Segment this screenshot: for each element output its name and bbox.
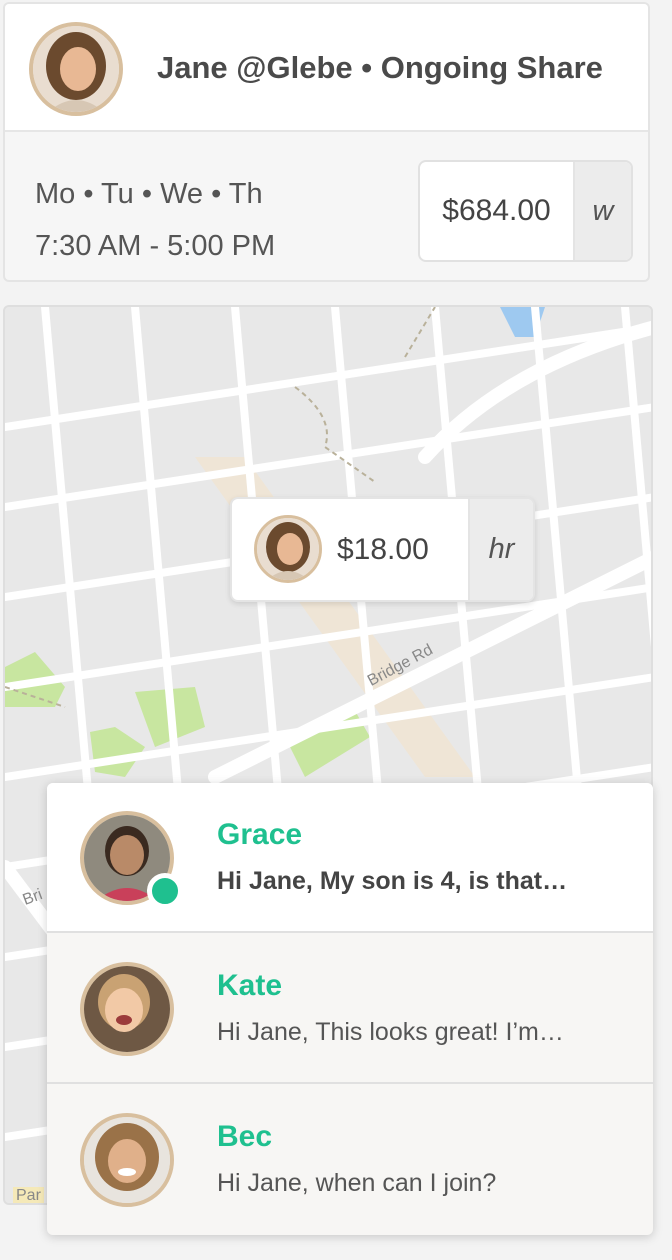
sender-name: Kate [217,969,283,1002]
message-preview: Hi Jane, My son is 4, is that… [217,867,568,895]
avatar-bec [80,1113,174,1207]
weekly-price-unit: w [573,162,631,260]
avatar-kate [80,962,174,1056]
share-header: Jane @Glebe • Ongoing Share [5,4,648,132]
message-preview: Hi Jane, This looks great! I’m… [217,1018,564,1046]
hourly-price-unit: hr [468,499,533,600]
schedule-days: Mo • Tu • We • Th [35,178,263,210]
weekly-price: $684.00 [442,194,551,227]
message-item[interactable]: Grace Hi Jane, My son is 4, is that… [47,783,653,933]
online-status-icon [147,873,183,909]
message-item[interactable]: Bec Hi Jane, when can I join? [47,1085,653,1235]
host-avatar[interactable] [29,22,123,116]
sender-name: Bec [217,1120,273,1153]
road-label-partial: Par [13,1187,44,1203]
weekly-price-box[interactable]: $684.00 w [418,160,633,262]
share-card[interactable]: Jane @Glebe • Ongoing Share Mo • Tu • We… [3,2,650,282]
schedule-hours: 7:30 AM - 5:00 PM [35,230,276,262]
hourly-price: $18.00 [337,533,429,566]
message-item[interactable]: Kate Hi Jane, This looks great! I’m… [47,934,653,1084]
schedule: Mo • Tu • We • Th 7:30 AM - 5:00 PM [35,168,275,272]
sender-name: Grace [217,818,303,851]
share-title: Jane @Glebe • Ongoing Share [157,50,603,85]
message-preview: Hi Jane, when can I join? [217,1169,497,1197]
messages-panel: Grace Hi Jane, My son is 4, is that… Kat… [47,783,653,1235]
hourly-rate-pin[interactable]: $18.00 hr [230,497,535,602]
host-avatar [254,515,322,583]
